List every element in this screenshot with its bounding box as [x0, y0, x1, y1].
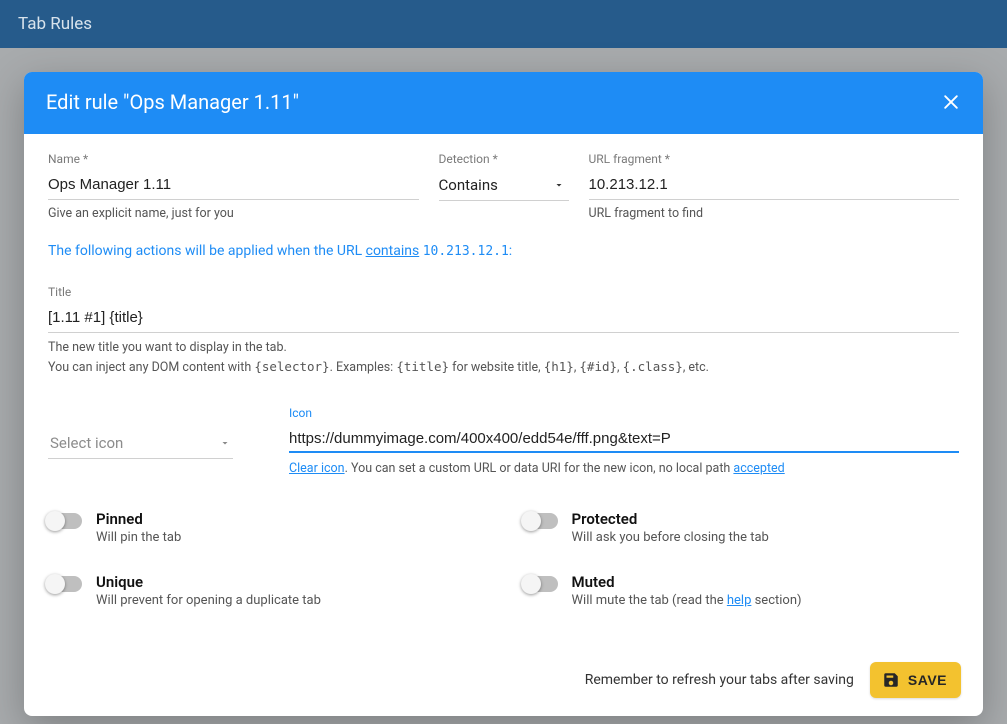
name-input[interactable] [48, 170, 419, 200]
detection-field: Detection * Contains [439, 152, 569, 221]
chevron-down-icon [219, 437, 231, 449]
pinned-toggle-row: Pinned Will pin the tab [48, 510, 484, 545]
muted-sub: Will mute the tab (read the help section… [572, 593, 802, 608]
url-fragment-input[interactable] [589, 170, 960, 200]
title-field: Title The new title you want to display … [48, 285, 959, 378]
pinned-toggle[interactable] [48, 513, 82, 529]
name-hint: Give an explicit name, just for you [48, 206, 419, 221]
dialog-footer: Remember to refresh your tabs after savi… [24, 649, 983, 716]
footer-note: Remember to refresh your tabs after savi… [585, 672, 854, 688]
save-button-label: SAVE [908, 672, 947, 688]
intro-target: 10.213.12.1 [423, 244, 509, 259]
unique-title: Unique [96, 573, 321, 591]
icon-url-input[interactable] [289, 424, 959, 453]
title-hint-line2: You can inject any DOM content with {sel… [48, 358, 959, 378]
url-fragment-field: URL fragment * URL fragment to find [589, 152, 960, 221]
unique-toggle[interactable] [48, 576, 82, 592]
close-icon[interactable] [941, 92, 961, 112]
app-title: Tab Rules [18, 14, 92, 34]
protected-sub: Will ask you before closing the tab [572, 530, 769, 545]
protected-toggle-row: Protected Will ask you before closing th… [524, 510, 960, 545]
protected-title: Protected [572, 510, 769, 528]
title-label: Title [48, 285, 959, 299]
title-hint-line1: The new title you want to display in the… [48, 339, 959, 358]
url-fragment-label: URL fragment * [589, 152, 960, 166]
intro-suffix: : [509, 243, 512, 259]
title-hint: The new title you want to display in the… [48, 339, 959, 378]
muted-title: Muted [572, 573, 802, 591]
detection-value: Contains [439, 176, 498, 194]
icon-url-label: Icon [289, 406, 959, 420]
accepted-link[interactable]: accepted [733, 461, 784, 476]
name-label: Name * [48, 152, 419, 166]
protected-toggle[interactable] [524, 513, 558, 529]
muted-toggle-row: Muted Will mute the tab (read the help s… [524, 573, 960, 608]
unique-toggle-row: Unique Will prevent for opening a duplic… [48, 573, 484, 608]
dialog-header: Edit rule "Ops Manager 1.11" [24, 72, 983, 134]
title-input[interactable] [48, 303, 959, 333]
icon-url-field: Icon Clear icon. You can set a custom UR… [289, 406, 959, 476]
actions-intro: The following actions will be applied wh… [48, 243, 959, 259]
icon-row: Select icon Icon Clear icon. You can set… [48, 406, 959, 476]
muted-toggle[interactable] [524, 576, 558, 592]
icon-hint: Clear icon. You can set a custom URL or … [289, 461, 959, 476]
intro-verb: contains [366, 243, 420, 259]
toggles-grid: Pinned Will pin the tab Protected Will a… [48, 510, 959, 608]
pinned-title: Pinned [96, 510, 181, 528]
intro-prefix: The following actions will be applied wh… [48, 243, 366, 259]
unique-sub: Will prevent for opening a duplicate tab [96, 593, 321, 608]
save-button[interactable]: SAVE [870, 662, 961, 698]
icon-select[interactable]: Select icon [48, 428, 233, 459]
dialog-title: Edit rule "Ops Manager 1.11" [46, 90, 299, 114]
url-fragment-hint: URL fragment to find [589, 206, 960, 221]
name-field: Name * Give an explicit name, just for y… [48, 152, 419, 221]
edit-rule-dialog: Edit rule "Ops Manager 1.11" Name * Give… [24, 72, 983, 716]
clear-icon-link[interactable]: Clear icon [289, 461, 345, 476]
pinned-sub: Will pin the tab [96, 530, 181, 545]
icon-select-placeholder: Select icon [50, 434, 123, 452]
detection-label: Detection * [439, 152, 569, 166]
primary-fields-row: Name * Give an explicit name, just for y… [48, 152, 959, 221]
icon-hint-mid: . You can set a custom URL or data URI f… [345, 461, 734, 476]
muted-help-link[interactable]: help [727, 593, 752, 608]
dialog-body: Name * Give an explicit name, just for y… [24, 134, 983, 649]
chevron-down-icon [553, 179, 565, 191]
detection-select[interactable]: Contains [439, 170, 569, 201]
save-icon [882, 671, 900, 689]
app-header: Tab Rules [0, 0, 1007, 48]
